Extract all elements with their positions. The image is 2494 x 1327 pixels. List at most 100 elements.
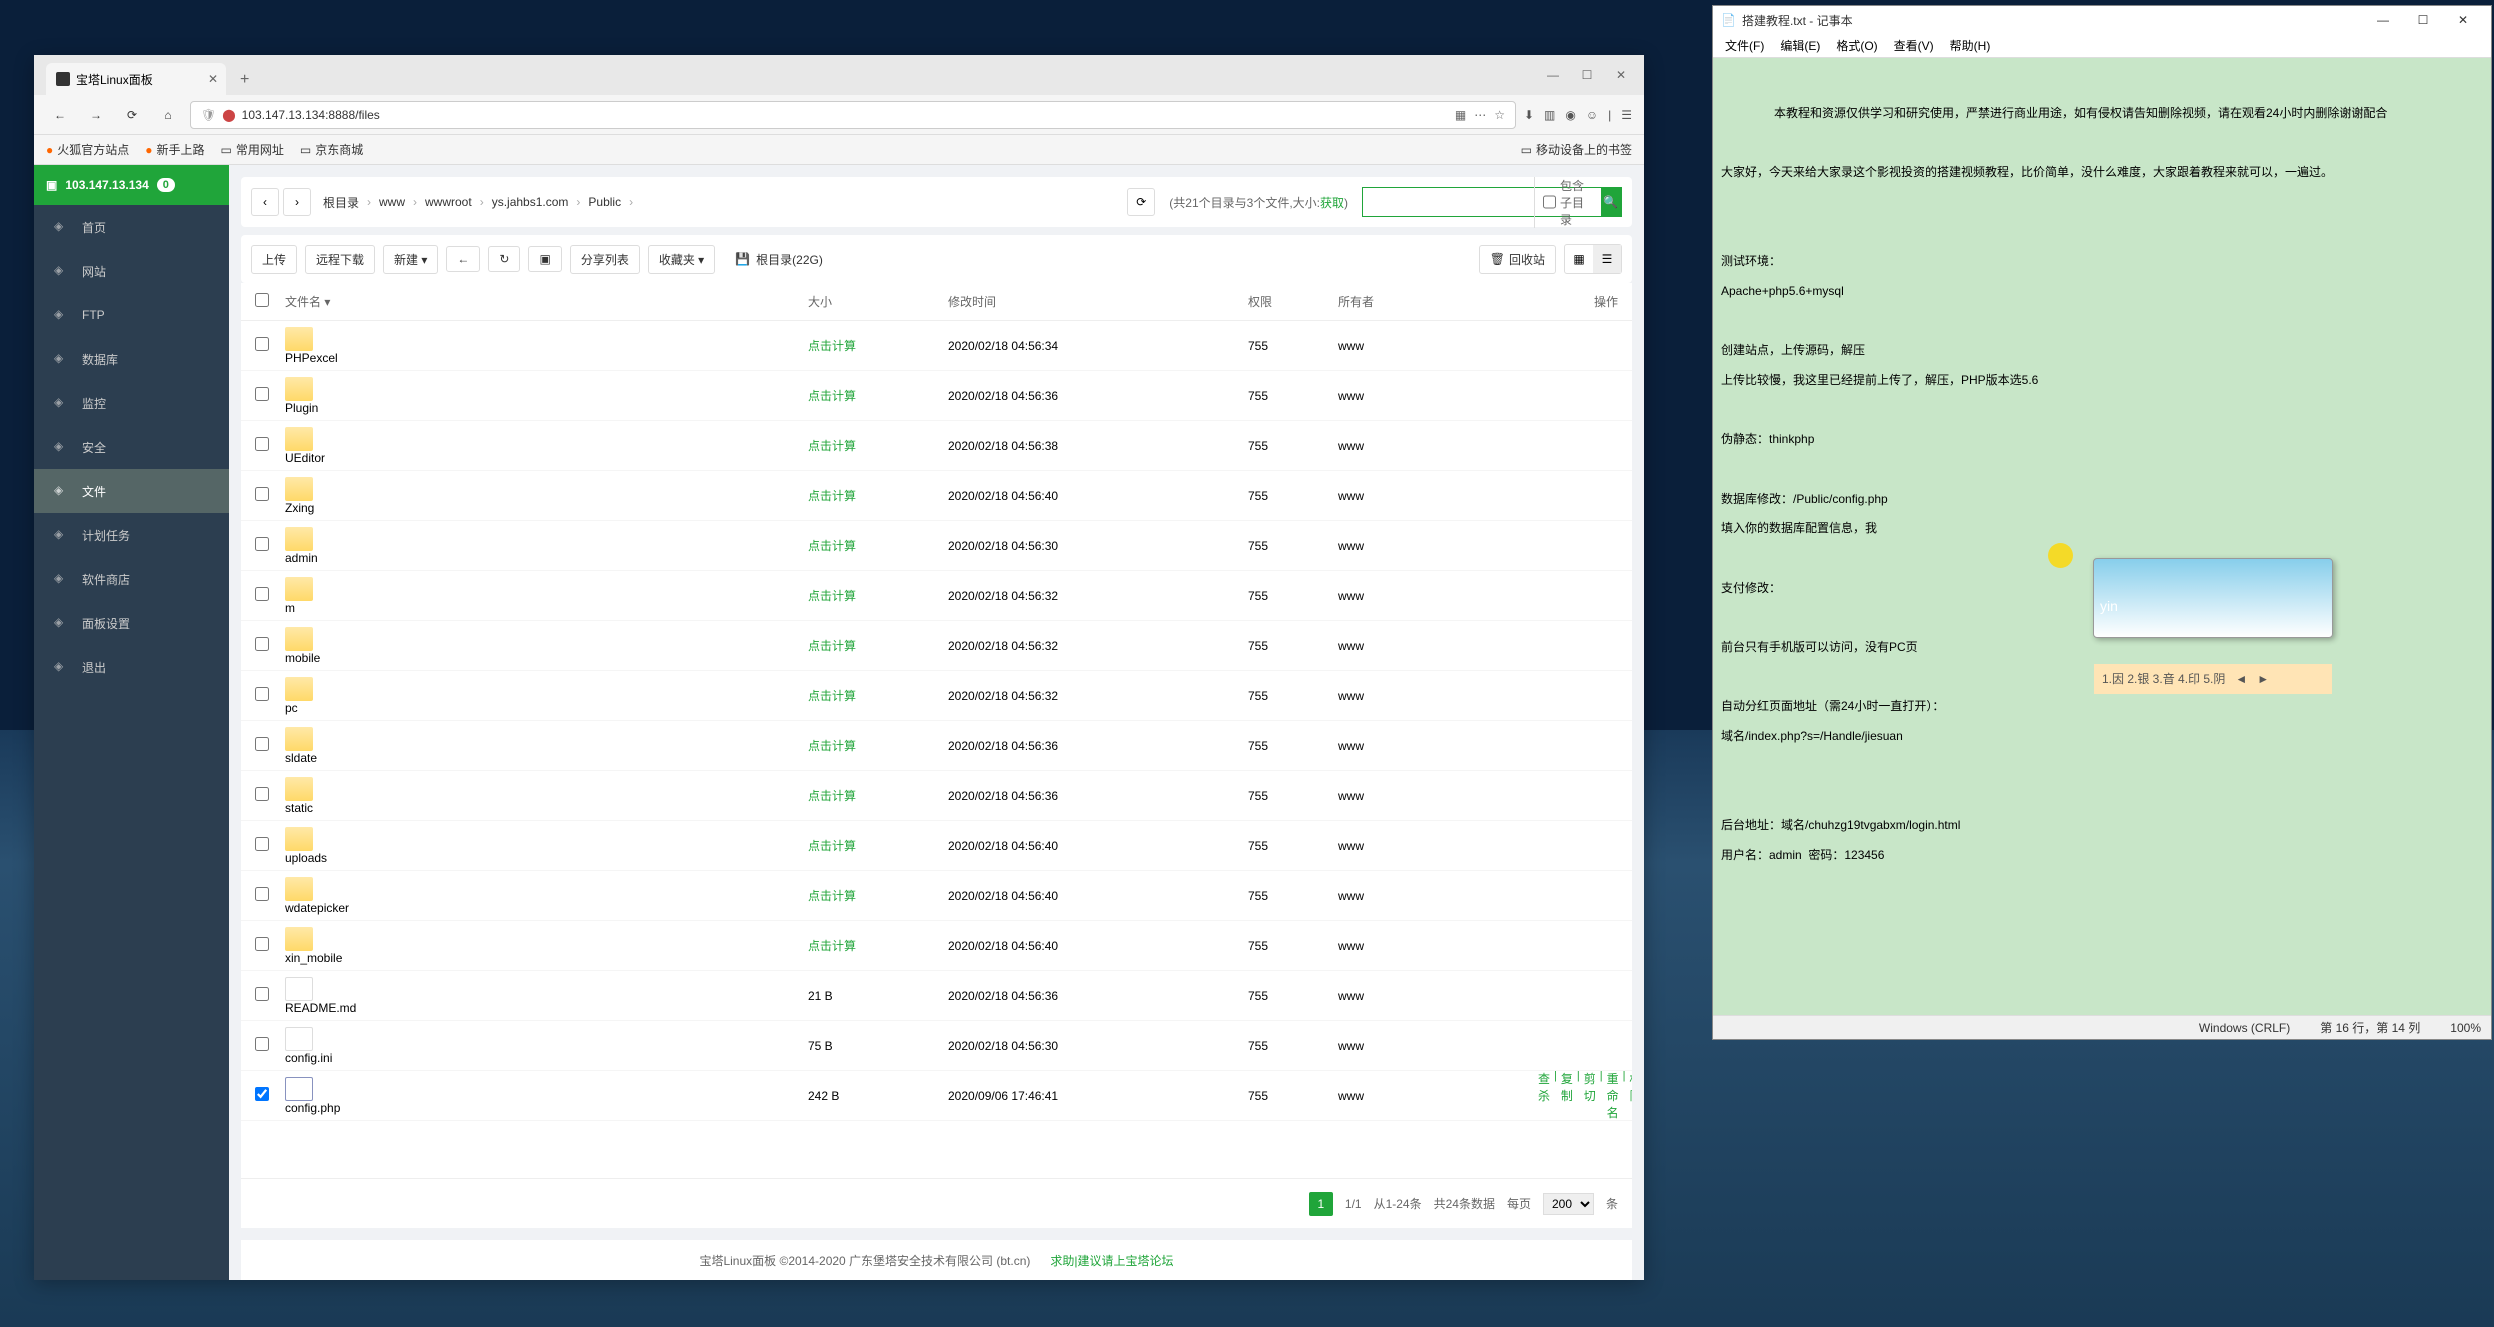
home-button[interactable]: ⌂ <box>154 101 182 129</box>
sidebar-item-退出[interactable]: ◈退出 <box>34 645 229 689</box>
file-name-cell[interactable]: m <box>285 577 808 615</box>
file-row[interactable]: UEditor点击计算2020/02/18 04:56:38755www <box>241 421 1632 471</box>
path-refresh-button[interactable]: ⟳ <box>1127 188 1155 216</box>
row-checkbox[interactable] <box>255 537 285 554</box>
menu-view[interactable]: 查看(V) <box>1888 35 1940 56</box>
bookmark-star-icon[interactable]: ☆ <box>1494 108 1505 122</box>
favorites-button[interactable]: 收藏夹 ▾ <box>648 245 715 274</box>
profile-icon[interactable]: ☺ <box>1586 108 1598 122</box>
page-current[interactable]: 1 <box>1309 1192 1333 1216</box>
file-name-cell[interactable]: README.md <box>285 977 808 1015</box>
sidebar-item-首页[interactable]: ◈首页 <box>34 205 229 249</box>
file-row[interactable]: Zxing点击计算2020/02/18 04:56:40755www <box>241 471 1632 521</box>
calc-size-link[interactable]: 点击计算 <box>808 339 856 353</box>
file-row[interactable]: config.php242 B2020/09/06 17:46:41755www… <box>241 1071 1632 1121</box>
forward-button[interactable]: → <box>82 101 110 129</box>
sidebar-item-数据库[interactable]: ◈数据库 <box>34 337 229 381</box>
file-name-cell[interactable]: pc <box>285 677 808 715</box>
file-row[interactable]: README.md21 B2020/02/18 04:56:36755www <box>241 971 1632 1021</box>
menu-help[interactable]: 帮助(H) <box>1944 35 1997 56</box>
calc-size-link[interactable]: 点击计算 <box>808 789 856 803</box>
calc-size-link[interactable]: 点击计算 <box>808 489 856 503</box>
search-input[interactable] <box>1363 195 1534 209</box>
file-row[interactable]: Plugin点击计算2020/02/18 04:56:36755www <box>241 371 1632 421</box>
library-icon[interactable]: ▥ <box>1544 108 1555 122</box>
action-查杀[interactable]: 查杀 <box>1538 1070 1550 1121</box>
notepad-content[interactable]: 本教程和资源仅供学习和研究使用，严禁进行商业用途，如有侵权请告知删除视频，请在观… <box>1713 58 2491 1015</box>
forum-link[interactable]: 求助|建议请上宝塔论坛 <box>1050 1252 1173 1269</box>
download-icon[interactable]: ⬇ <box>1524 108 1534 122</box>
calc-size-link[interactable]: 点击计算 <box>808 389 856 403</box>
file-name-cell[interactable]: config.php <box>285 1077 808 1115</box>
col-perm[interactable]: 权限 <box>1248 293 1338 310</box>
row-checkbox[interactable] <box>255 837 285 854</box>
file-row[interactable]: admin点击计算2020/02/18 04:56:30755www <box>241 521 1632 571</box>
url-input[interactable]: 🛡 ⬤ 103.147.13.134:8888/files ▦ ⋯ ☆ <box>190 101 1516 129</box>
ime-prev-icon[interactable]: ◄ <box>2235 671 2247 687</box>
sidebar-item-计划任务[interactable]: ◈计划任务 <box>34 513 229 557</box>
back-button[interactable]: ← <box>46 101 74 129</box>
bookmark-firefox[interactable]: ●火狐官方站点 <box>46 141 129 158</box>
notepad-titlebar[interactable]: 📄 搭建教程.txt - 记事本 — ☐ ✕ <box>1713 6 2491 34</box>
col-owner[interactable]: 所有者 <box>1338 293 1538 310</box>
reader-icon[interactable]: ▦ <box>1455 108 1466 122</box>
close-button[interactable]: ✕ <box>1606 63 1636 87</box>
np-maximize-button[interactable]: ☐ <box>2403 6 2443 34</box>
file-row[interactable]: xin_mobile点击计算2020/02/18 04:56:40755www <box>241 921 1632 971</box>
path-forward-button[interactable]: › <box>283 188 311 216</box>
bookmark-mobile[interactable]: ▭移动设备上的书签 <box>1521 141 1632 158</box>
sidebar-item-安全[interactable]: ◈安全 <box>34 425 229 469</box>
calc-size-link[interactable]: 点击计算 <box>808 939 856 953</box>
row-checkbox[interactable] <box>255 337 285 354</box>
file-name-cell[interactable]: sldate <box>285 727 808 765</box>
bookmark-jd[interactable]: ▭京东商城 <box>300 141 363 158</box>
calc-size-link[interactable]: 点击计算 <box>808 539 856 553</box>
row-checkbox[interactable] <box>255 587 285 604</box>
crumb[interactable]: www <box>371 191 413 213</box>
action-重命名[interactable]: 重命名 <box>1607 1070 1619 1121</box>
calc-size-link[interactable]: 点击计算 <box>808 889 856 903</box>
file-name-cell[interactable]: Plugin <box>285 377 808 415</box>
bookmark-getstarted[interactable]: ●新手上路 <box>145 141 204 158</box>
file-name-cell[interactable]: static <box>285 777 808 815</box>
file-row[interactable]: uploads点击计算2020/02/18 04:56:40755www <box>241 821 1632 871</box>
calc-size-link[interactable]: 点击计算 <box>808 439 856 453</box>
include-subdir-checkbox[interactable]: 包含子目录 <box>1534 177 1601 228</box>
get-size-link[interactable]: 获取 <box>1320 196 1344 210</box>
calc-size-link[interactable]: 点击计算 <box>808 589 856 603</box>
menu-edit[interactable]: 编辑(E) <box>1774 35 1826 56</box>
per-page-select[interactable]: 200 <box>1543 1193 1594 1215</box>
crumb[interactable]: ys.jahbs1.com <box>484 191 577 213</box>
file-name-cell[interactable]: wdatepicker <box>285 877 808 915</box>
terminal-button[interactable]: ▣ <box>528 246 561 272</box>
action-剪切[interactable]: 剪切 <box>1584 1070 1596 1121</box>
file-name-cell[interactable]: UEditor <box>285 427 808 465</box>
col-time[interactable]: 修改时间 <box>948 293 1248 310</box>
file-name-cell[interactable]: admin <box>285 527 808 565</box>
file-name-cell[interactable]: Zxing <box>285 477 808 515</box>
sidebar-item-FTP[interactable]: ◈FTP <box>34 293 229 337</box>
file-name-cell[interactable]: mobile <box>285 627 808 665</box>
row-checkbox[interactable] <box>255 937 285 954</box>
file-row[interactable]: sldate点击计算2020/02/18 04:56:36755www <box>241 721 1632 771</box>
row-checkbox[interactable] <box>255 887 285 904</box>
action-权限[interactable]: 权限 <box>1630 1070 1633 1121</box>
file-row[interactable]: static点击计算2020/02/18 04:56:36755www <box>241 771 1632 821</box>
file-row[interactable]: config.ini75 B2020/02/18 04:56:30755www <box>241 1021 1632 1071</box>
np-minimize-button[interactable]: — <box>2363 6 2403 34</box>
file-name-cell[interactable]: config.ini <box>285 1027 808 1065</box>
crumb-root[interactable]: 根目录 <box>315 190 367 215</box>
file-row[interactable]: PHPexcel点击计算2020/02/18 04:56:34755www <box>241 321 1632 371</box>
ime-candidates[interactable]: 1.因 2.银 3.音 4.印 5.阴 ◄ ► <box>2094 664 2332 694</box>
file-name-cell[interactable]: PHPexcel <box>285 327 808 365</box>
file-row[interactable]: wdatepicker点击计算2020/02/18 04:56:40755www <box>241 871 1632 921</box>
bookmark-common[interactable]: ▭常用网址 <box>221 141 284 158</box>
ime-next-icon[interactable]: ► <box>2257 671 2269 687</box>
back-button[interactable]: ← <box>446 246 480 272</box>
sidebar-item-软件商店[interactable]: ◈软件商店 <box>34 557 229 601</box>
reload-button[interactable]: ⟳ <box>118 101 146 129</box>
sidebar-item-网站[interactable]: ◈网站 <box>34 249 229 293</box>
col-size[interactable]: 大小 <box>808 293 948 310</box>
list-view-button[interactable]: ☰ <box>1593 245 1621 273</box>
row-checkbox[interactable] <box>255 487 285 504</box>
